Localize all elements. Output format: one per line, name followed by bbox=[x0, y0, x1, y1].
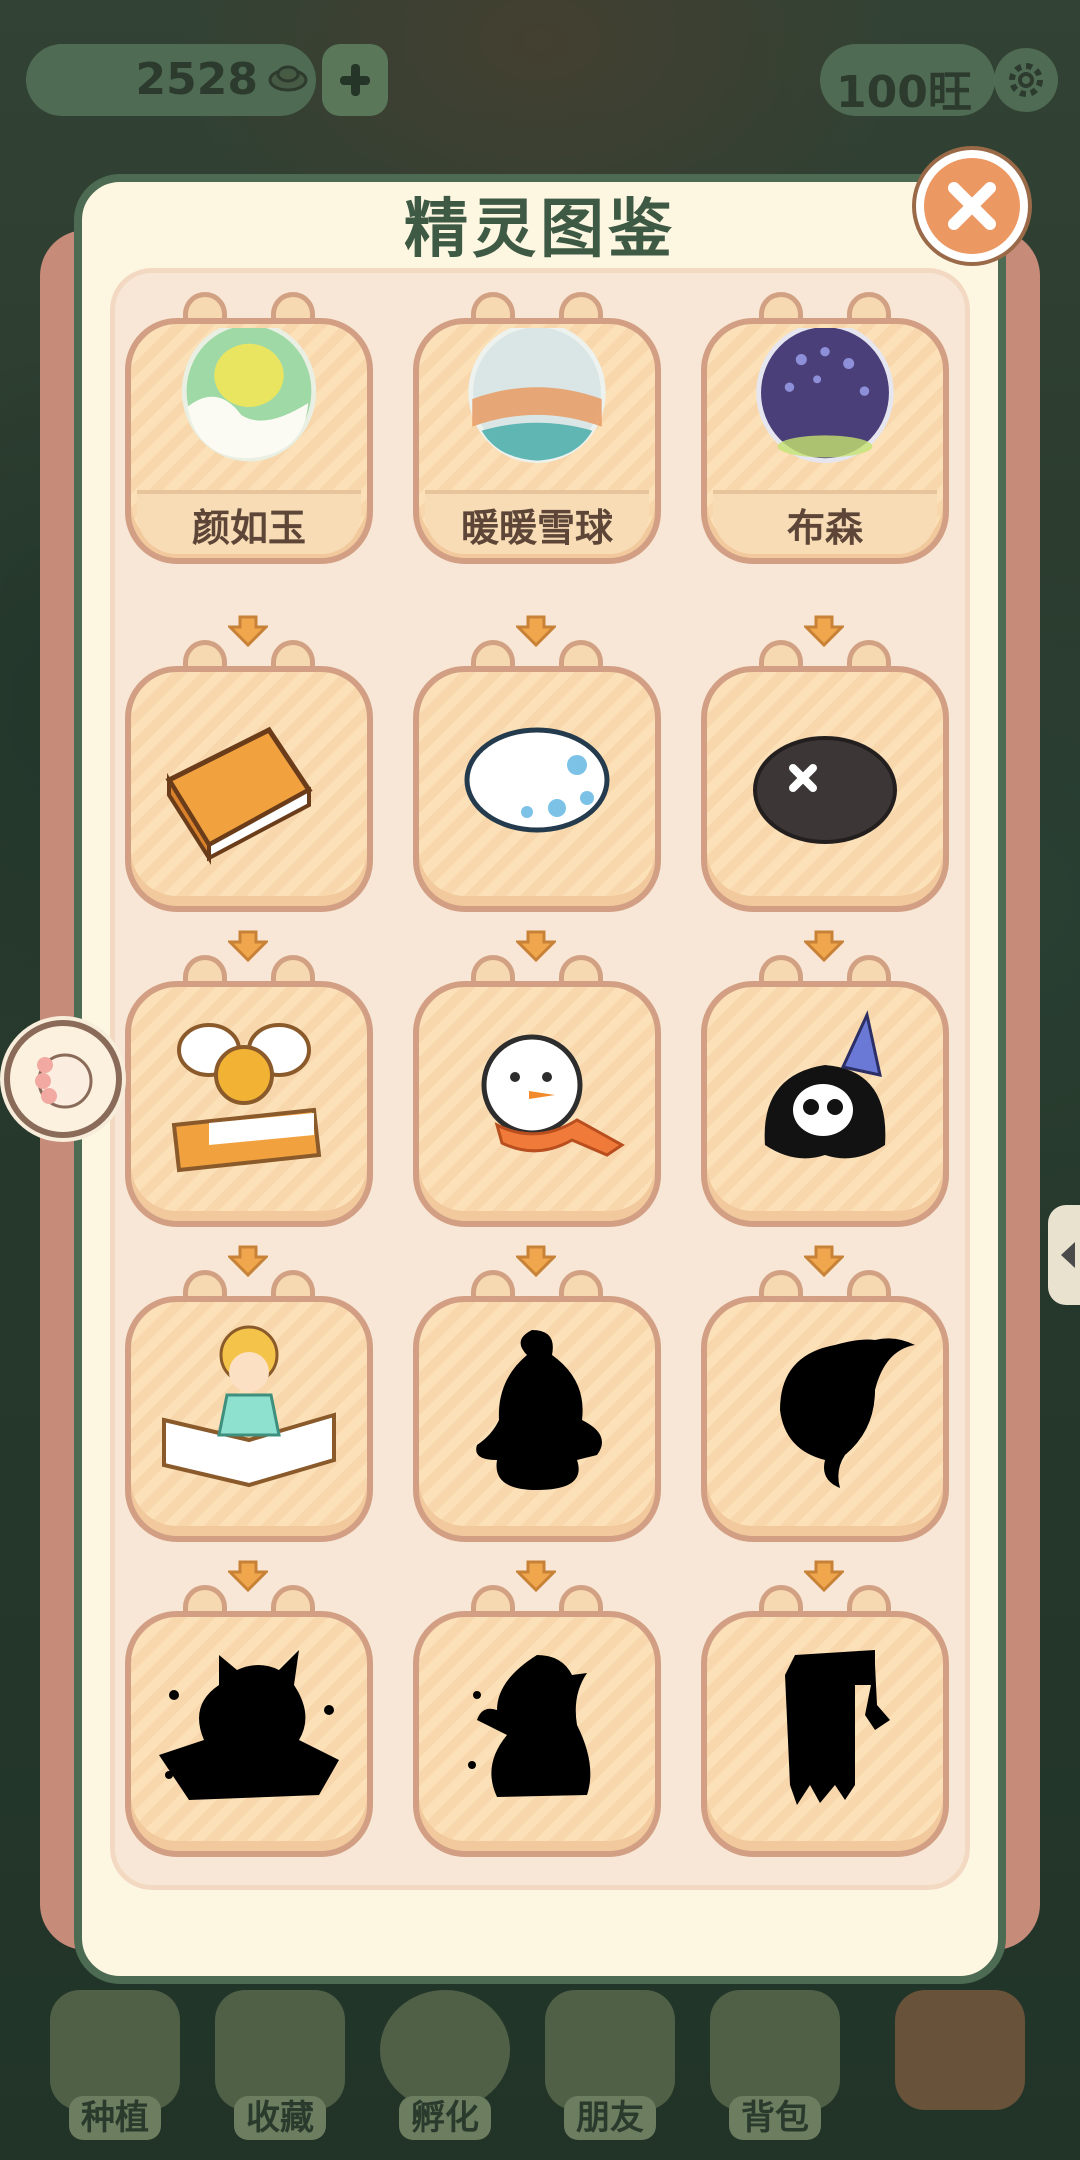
egg-name: 颜如玉 bbox=[191, 505, 306, 550]
white-blue-spotted-egg-icon bbox=[464, 727, 610, 833]
spirit-card[interactable] bbox=[413, 640, 661, 912]
egg-card[interactable]: 布森 bbox=[701, 292, 949, 564]
snowman-scarf-icon bbox=[481, 1034, 625, 1157]
locked-silhouette-icon bbox=[785, 1650, 890, 1805]
book-fairy-girl-icon bbox=[162, 1325, 336, 1488]
spirit-card[interactable] bbox=[125, 955, 373, 1227]
nav-friends-label: 朋友 bbox=[564, 2096, 656, 2140]
orange-book-icon bbox=[165, 726, 313, 865]
snowball-egg-icon bbox=[468, 328, 606, 463]
locked-silhouette-icon bbox=[780, 1338, 915, 1488]
nav-extra[interactable] bbox=[885, 1980, 1035, 2150]
locked-silhouette-icon bbox=[159, 1650, 339, 1800]
wang-amount: 100旺 bbox=[836, 67, 972, 118]
nav-collection-label: 收藏 bbox=[234, 2096, 326, 2140]
side-collapse-tab[interactable] bbox=[1048, 1205, 1080, 1305]
nav-hatch[interactable]: 孵化 bbox=[370, 1980, 520, 2150]
coin-amount: 2528 bbox=[135, 54, 258, 105]
egg-name: 暖暖雪球 bbox=[460, 505, 613, 550]
clover-icon bbox=[895, 1990, 1025, 2110]
nav-plant[interactable]: 种植 bbox=[40, 1980, 190, 2150]
coin-icon bbox=[268, 65, 308, 92]
locked-silhouette-icon bbox=[468, 1655, 591, 1797]
spirit-card-locked[interactable] bbox=[413, 1585, 661, 1857]
paw-button[interactable] bbox=[4, 1020, 122, 1138]
gear-icon bbox=[1009, 63, 1043, 97]
wang-counter: 100旺 bbox=[820, 44, 995, 118]
spirit-card-locked[interactable] bbox=[125, 1585, 373, 1857]
egg-name: 布森 bbox=[786, 505, 863, 550]
coin-counter: 2528 bbox=[26, 44, 316, 116]
nav-hatch-label: 孵化 bbox=[399, 2096, 491, 2140]
spirit-card-locked[interactable] bbox=[413, 1270, 661, 1542]
skull-ghost-party-hat-icon bbox=[764, 1010, 886, 1159]
bottom-nav: 种植 收藏 孵化 朋友 背包 bbox=[0, 1960, 1080, 2160]
spirit-card[interactable] bbox=[125, 1270, 373, 1542]
nav-plant-label: 种植 bbox=[69, 2096, 161, 2140]
green-yellow-egg-icon bbox=[181, 328, 317, 462]
dark-stone-icon bbox=[753, 736, 897, 844]
nav-backpack-label: 背包 bbox=[729, 2096, 821, 2140]
nav-backpack[interactable]: 背包 bbox=[700, 1980, 850, 2150]
egg-card[interactable]: 颜如玉 bbox=[125, 292, 373, 564]
purple-spotted-egg-icon bbox=[756, 328, 894, 463]
spirit-card[interactable] bbox=[701, 640, 949, 912]
spirit-card[interactable] bbox=[413, 955, 661, 1227]
spirit-card-locked[interactable] bbox=[701, 1585, 949, 1857]
spirit-card[interactable] bbox=[701, 955, 949, 1227]
nav-collection[interactable]: 收藏 bbox=[205, 1980, 355, 2150]
settings-button[interactable] bbox=[994, 48, 1058, 112]
egg-card[interactable]: 暖暖雪球 bbox=[413, 292, 661, 564]
arrow-left-icon bbox=[1061, 1242, 1075, 1268]
fairy-on-book-icon bbox=[171, 1023, 322, 1173]
locked-silhouette-icon bbox=[476, 1330, 602, 1490]
paw-icon bbox=[35, 1053, 93, 1109]
close-button[interactable] bbox=[916, 150, 1028, 262]
spirit-card[interactable] bbox=[125, 640, 373, 912]
close-icon bbox=[948, 182, 996, 230]
spirit-card-locked[interactable] bbox=[701, 1270, 949, 1542]
add-coins-button[interactable] bbox=[322, 44, 388, 116]
nav-friends[interactable]: 朋友 bbox=[535, 1980, 685, 2150]
